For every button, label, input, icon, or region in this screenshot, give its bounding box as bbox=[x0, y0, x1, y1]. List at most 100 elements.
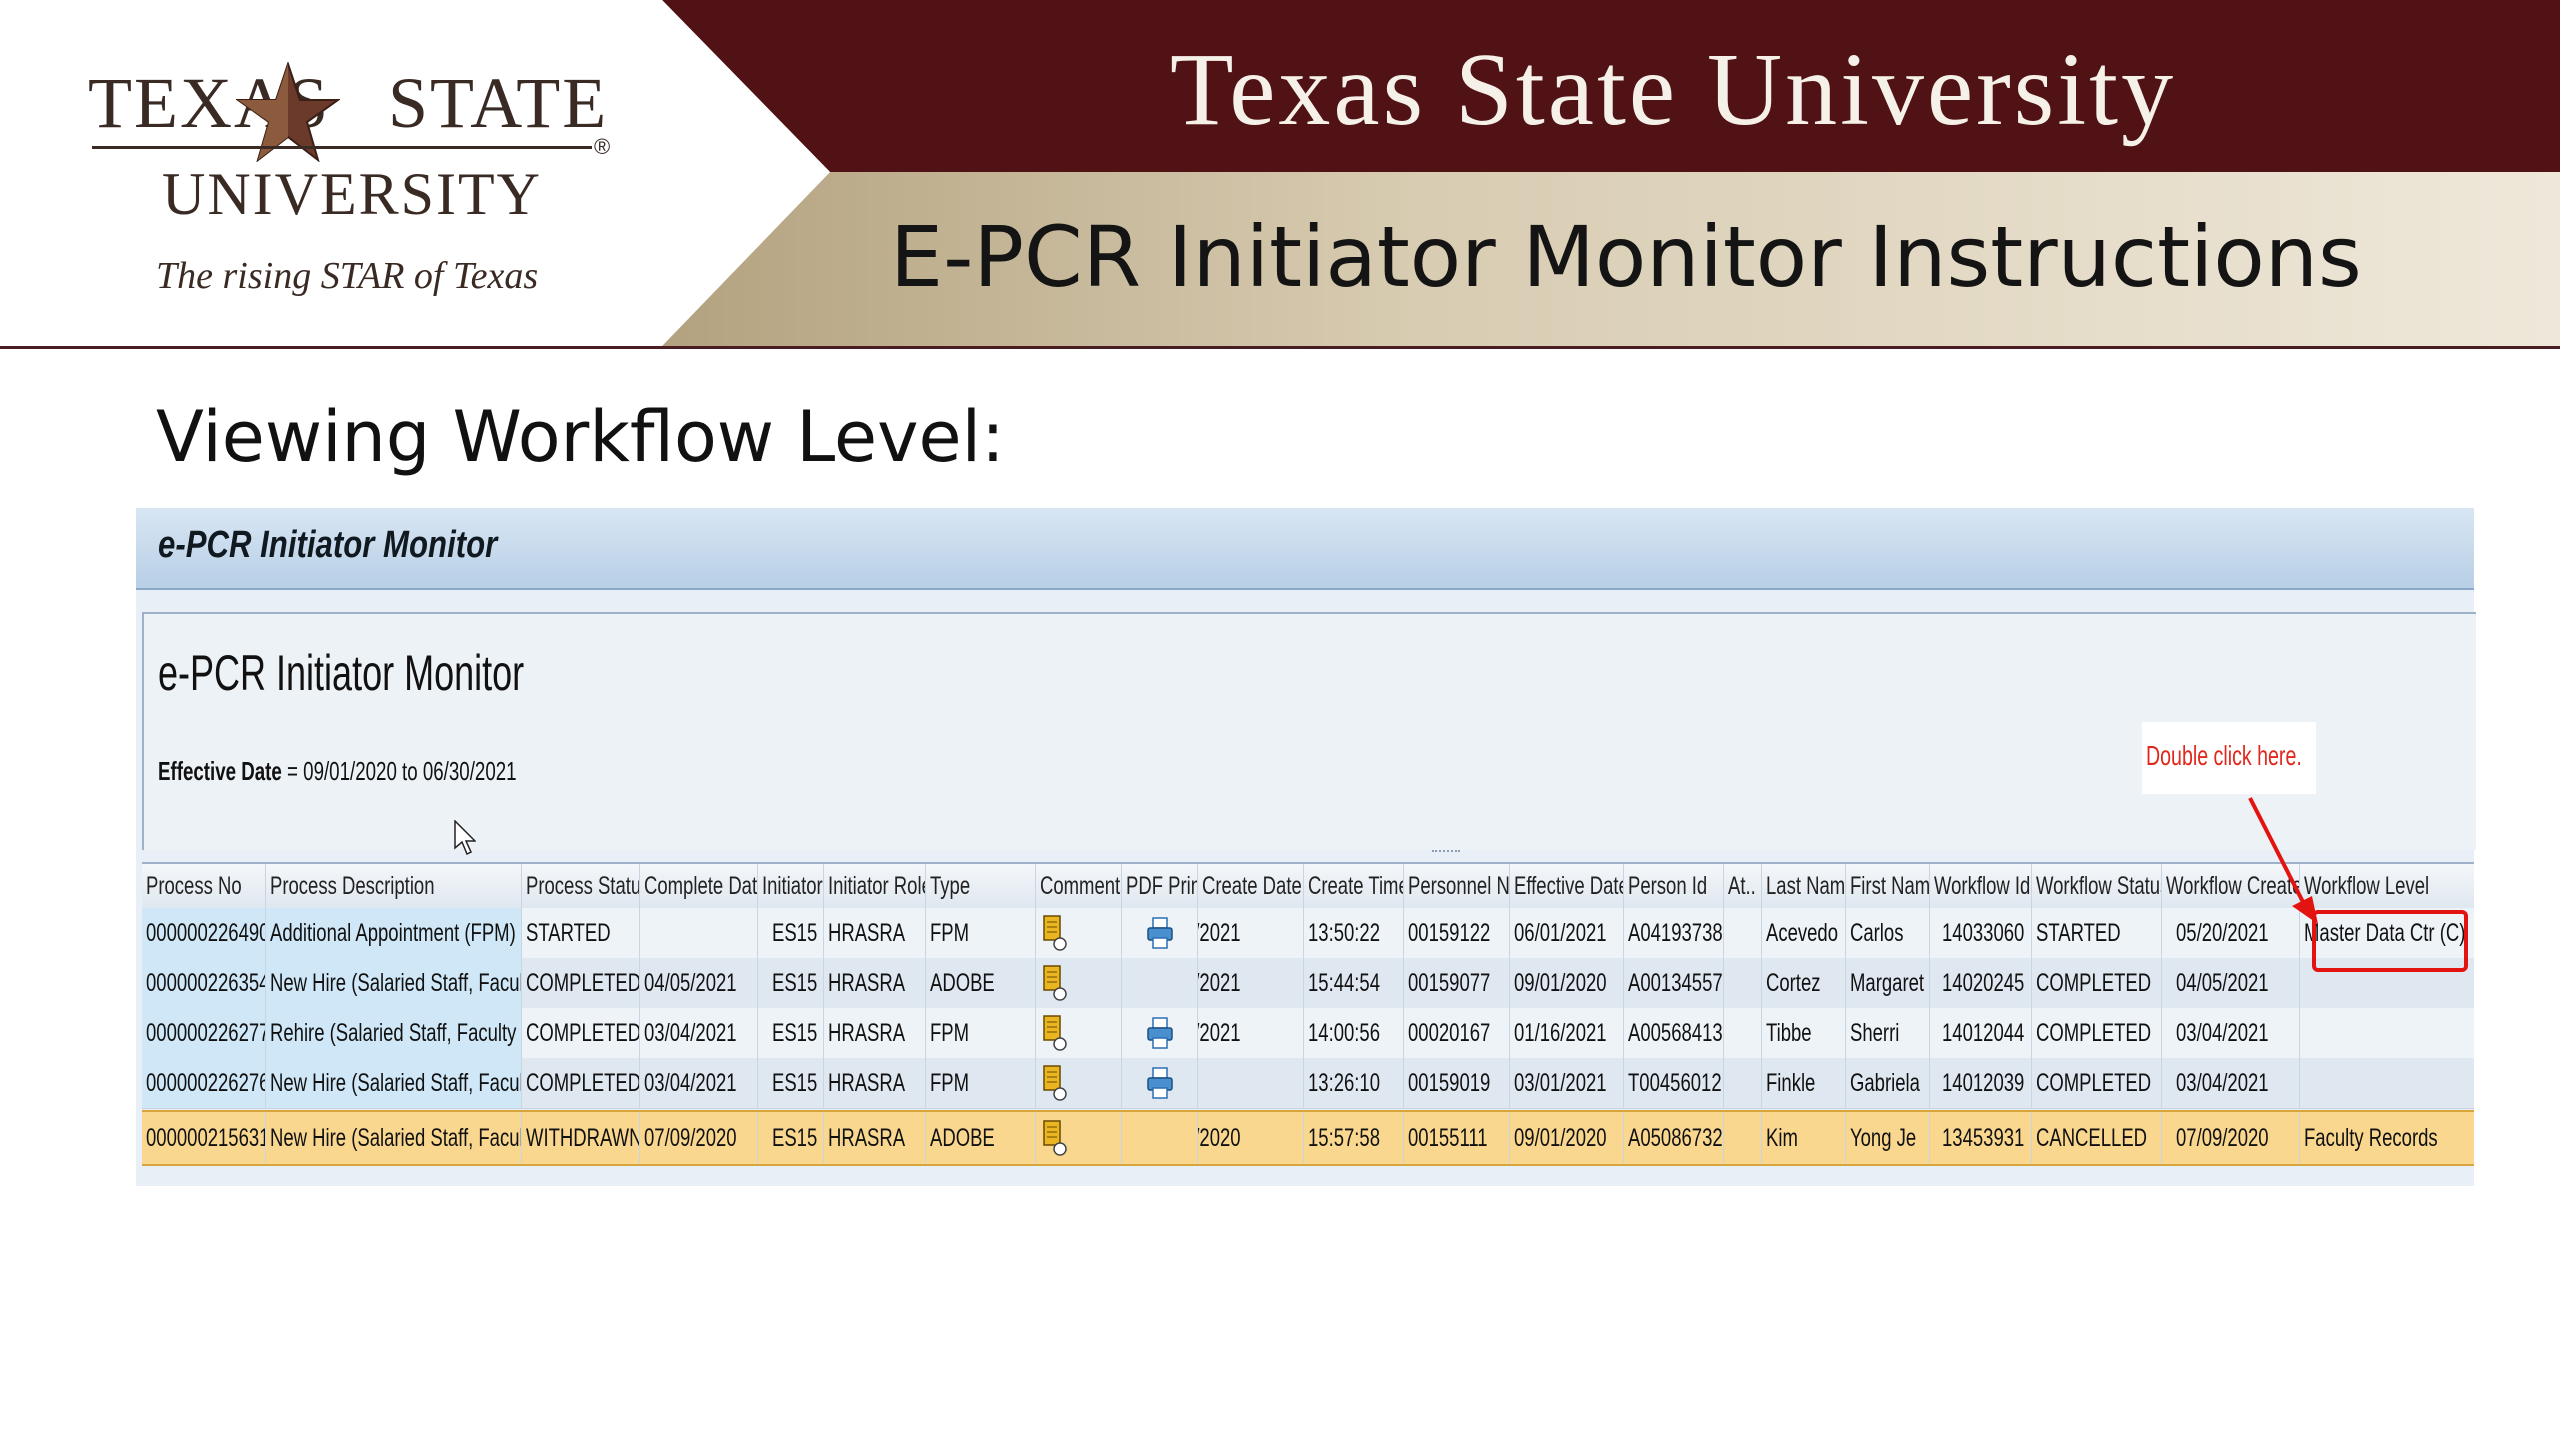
cell-personnel-no: 00159077 bbox=[1404, 958, 1510, 1008]
cell-pdf-print[interactable] bbox=[1122, 908, 1198, 958]
cell-workflow-level[interactable] bbox=[2300, 1058, 2474, 1108]
cell-complete-date: 03/04/2021 bbox=[640, 1058, 758, 1108]
sap-initiator-monitor-window: e-PCR Initiator Monitor e-PCR Initiator … bbox=[136, 508, 2476, 1186]
cell-first-name: Carlos bbox=[1846, 908, 1930, 958]
cell-process-no[interactable]: 000000215631 bbox=[142, 1112, 266, 1164]
cell-process-description[interactable]: New Hire (Salaried Staff, Facult... bbox=[266, 958, 522, 1008]
cell-workflow-status: COMPLETED bbox=[2032, 1008, 2162, 1058]
cell-process-no[interactable]: 000000226354 bbox=[142, 958, 266, 1008]
cell-create-date: 05/20/2021 bbox=[1198, 908, 1304, 958]
banner-subtitle: E-PCR Initiator Monitor Instructions bbox=[890, 208, 2362, 306]
cell-initiator: ES15 bbox=[758, 1058, 824, 1108]
col-header-at[interactable]: At.. bbox=[1724, 864, 1762, 908]
cell-personnel-no: 00159122 bbox=[1404, 908, 1510, 958]
col-header-process-no[interactable]: Process No bbox=[142, 864, 266, 908]
cell-initiator: ES15 bbox=[758, 1112, 824, 1164]
printer-icon[interactable] bbox=[1146, 916, 1174, 950]
col-header-process-description[interactable]: Process Description bbox=[266, 864, 522, 908]
cell-type: ADOBE bbox=[926, 958, 1036, 1008]
table-row-selected[interactable]: 000000215631 New Hire (Salaried Staff, F… bbox=[142, 1110, 2474, 1166]
document-icon[interactable] bbox=[1042, 1119, 1068, 1157]
cell-initiator-role: HRASRA bbox=[824, 908, 926, 958]
cell-first-name: Gabriela bbox=[1846, 1058, 1930, 1108]
sap-header-panel: e-PCR Initiator Monitor Effective Date =… bbox=[142, 612, 2476, 856]
cell-process-description[interactable]: New Hire (Salaried Staff, Facult... bbox=[266, 1112, 522, 1164]
col-header-last-name[interactable]: Last Name bbox=[1762, 864, 1846, 908]
col-header-initiator-role[interactable]: Initiator Role bbox=[824, 864, 926, 908]
double-click-callout: Double click here. bbox=[2142, 722, 2316, 794]
cell-workflow-level[interactable]: Faculty Records bbox=[2300, 1112, 2474, 1164]
table-row[interactable]: 000000226354 New Hire (Salaried Staff, F… bbox=[142, 958, 2474, 1009]
document-icon[interactable] bbox=[1042, 914, 1068, 952]
printer-icon[interactable] bbox=[1146, 1016, 1174, 1050]
sap-window-titlebar: e-PCR Initiator Monitor bbox=[136, 508, 2474, 590]
cell-person-id: A00134557 bbox=[1624, 958, 1724, 1008]
col-header-type[interactable]: Type bbox=[926, 864, 1036, 908]
cell-first-name: Yong Je bbox=[1846, 1112, 1930, 1164]
cell-pdf-print[interactable] bbox=[1122, 1058, 1198, 1108]
cell-personnel-no: 00020167 bbox=[1404, 1008, 1510, 1058]
cell-type: FPM bbox=[926, 1058, 1036, 1108]
cell-at bbox=[1724, 958, 1762, 1008]
table-row[interactable]: 000000226277 Rehire (Salaried Staff, Fac… bbox=[142, 1008, 2474, 1059]
cell-workflow-level[interactable] bbox=[2300, 1008, 2474, 1058]
document-icon[interactable] bbox=[1042, 964, 1068, 1002]
cell-create-time: 14:00:56 bbox=[1304, 1008, 1404, 1058]
cell-process-description[interactable]: New Hire (Salaried Staff, Facult... bbox=[266, 1058, 522, 1108]
cell-comments[interactable] bbox=[1036, 958, 1122, 1008]
cell-effective-date: 06/01/2021 bbox=[1510, 908, 1624, 958]
cell-process-no[interactable]: 000000226277 bbox=[142, 1008, 266, 1058]
cell-comments[interactable] bbox=[1036, 1112, 1122, 1164]
cell-comments[interactable] bbox=[1036, 1008, 1122, 1058]
col-header-workflow-level[interactable]: Workflow Level bbox=[2300, 864, 2474, 908]
cell-at bbox=[1724, 1008, 1762, 1058]
slide-banner: TEXAS STATE ® UNIVERSITY The rising STAR… bbox=[0, 0, 2560, 349]
col-header-first-name[interactable]: First Name bbox=[1846, 864, 1930, 908]
cell-create-date bbox=[1198, 1058, 1304, 1108]
cell-process-description[interactable]: Rehire (Salaried Staff, Faculty a... bbox=[266, 1008, 522, 1058]
filter-value: = 09/01/2020 to 06/30/2021 bbox=[287, 756, 517, 786]
document-icon[interactable] bbox=[1042, 1014, 1068, 1052]
cell-complete-date: 07/09/2020 bbox=[640, 1112, 758, 1164]
col-header-effective-date[interactable]: Effective Date bbox=[1510, 864, 1624, 908]
document-icon[interactable] bbox=[1042, 1064, 1068, 1102]
col-header-initiator[interactable]: Initiator bbox=[758, 864, 824, 908]
cell-initiator-role: HRASRA bbox=[824, 1058, 926, 1108]
cell-initiator: ES15 bbox=[758, 1008, 824, 1058]
printer-icon[interactable] bbox=[1146, 1066, 1174, 1100]
cell-process-description[interactable]: Additional Appointment (FPM) bbox=[266, 908, 522, 958]
cell-last-name: Cortez bbox=[1762, 958, 1846, 1008]
col-header-pdf-print[interactable]: PDF Print bbox=[1122, 864, 1198, 908]
cell-process-status: WITHDRAWN bbox=[522, 1112, 640, 1164]
cell-person-id: T00456012 bbox=[1624, 1058, 1724, 1108]
cell-process-no[interactable]: 000000226490 bbox=[142, 908, 266, 958]
cell-comments[interactable] bbox=[1036, 908, 1122, 958]
col-header-complete-date[interactable]: Complete Date bbox=[640, 864, 758, 908]
cell-create-time: 13:26:10 bbox=[1304, 1058, 1404, 1108]
sap-page-heading: e-PCR Initiator Monitor bbox=[158, 645, 525, 701]
cell-personnel-no: 00155111 bbox=[1404, 1112, 1510, 1164]
cell-last-name: Kim bbox=[1762, 1112, 1846, 1164]
table-row[interactable]: 000000226490 Additional Appointment (FPM… bbox=[142, 908, 2474, 959]
cell-pdf-print[interactable] bbox=[1122, 1008, 1198, 1058]
col-header-person-id[interactable]: Person Id bbox=[1624, 864, 1724, 908]
cell-initiator-role: HRASRA bbox=[824, 1112, 926, 1164]
cell-process-no[interactable]: 000000226276 bbox=[142, 1058, 266, 1108]
splitter-handle[interactable] bbox=[1432, 850, 1460, 856]
col-header-workflow-id[interactable]: Workflow Id bbox=[1930, 864, 2032, 908]
col-header-create-date[interactable]: Create Date bbox=[1198, 864, 1304, 908]
cell-comments[interactable] bbox=[1036, 1058, 1122, 1108]
col-header-workflow-created[interactable]: Workflow Created bbox=[2162, 864, 2300, 908]
cell-person-id: A05086732 bbox=[1624, 1112, 1724, 1164]
cell-person-id: A00568413 bbox=[1624, 1008, 1724, 1058]
col-header-create-time[interactable]: Create Time bbox=[1304, 864, 1404, 908]
cell-create-date: 04/05/2021 bbox=[1198, 958, 1304, 1008]
cell-pdf-print bbox=[1122, 1112, 1198, 1164]
table-row[interactable]: 000000226276 New Hire (Salaried Staff, F… bbox=[142, 1058, 2474, 1109]
col-header-personnel-no[interactable]: Personnel No bbox=[1404, 864, 1510, 908]
cell-last-name: Tibbe bbox=[1762, 1008, 1846, 1058]
col-header-workflow-status[interactable]: Workflow Status bbox=[2032, 864, 2162, 908]
col-header-comments[interactable]: Comments bbox=[1036, 864, 1122, 908]
col-header-process-status[interactable]: Process Status bbox=[522, 864, 640, 908]
cell-first-name: Sherri bbox=[1846, 1008, 1930, 1058]
